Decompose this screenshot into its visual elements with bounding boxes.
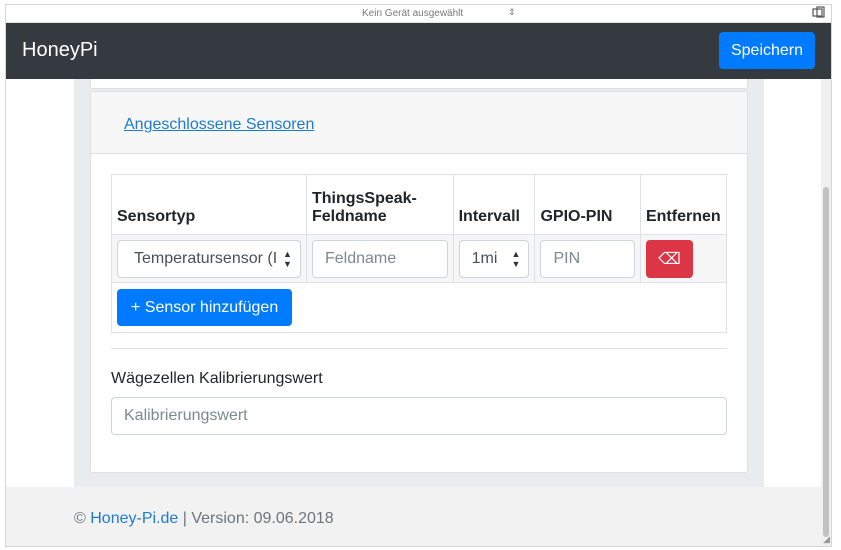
backspace-icon: ⌫ (658, 250, 681, 268)
settings-container: Angeschlossene Sensoren Sensortyp Things… (74, 79, 764, 489)
sensor-type-value: Temperatursensor (I (134, 249, 278, 267)
calibration-label: Wägezellen Kalibrierungswert (111, 370, 323, 387)
resize-handle-icon[interactable]: ◢ (823, 534, 830, 545)
fieldname-input[interactable]: Feldname (311, 239, 448, 278)
previous-card (90, 79, 748, 89)
sensor-type-select[interactable]: Temperatursensor (I ▲ ▼ (117, 239, 301, 278)
device-select[interactable]: Kein Gerät ausgewählt (362, 8, 463, 19)
rotate-icon[interactable] (811, 6, 827, 21)
table-row: Temperatursensor (I ▲ ▼ Feldname 1mi ▲ ▼… (111, 234, 728, 283)
copyright-symbol: © (74, 510, 86, 527)
calibration-input[interactable]: Kalibrierungswert (111, 397, 727, 435)
scrollbar-thumb[interactable] (823, 187, 829, 537)
gpio-pin-input[interactable]: PIN (540, 239, 635, 278)
save-button[interactable]: Speichern (719, 32, 815, 69)
connected-sensors-link[interactable]: Angeschlossene Sensoren (124, 116, 314, 134)
col-gpio-pin: GPIO-PIN (534, 174, 641, 235)
interval-select[interactable]: 1mi ▲ ▼ (458, 239, 530, 278)
navbar: HoneyPi Speichern (6, 23, 831, 79)
add-sensor-cell: + Sensor hinzufügen (111, 282, 727, 333)
table-header-row: Sensortyp ThingsSpeak-Feldname Intervall… (111, 174, 728, 235)
brand-title[interactable]: HoneyPi (22, 39, 98, 62)
col-interval: Intervall (452, 174, 536, 235)
gpio-pin-cell: PIN (534, 234, 641, 283)
add-sensor-row: + Sensor hinzufügen (111, 282, 727, 333)
col-remove: Entfernen (639, 174, 728, 235)
remove-cell: ⌫ (639, 234, 728, 283)
sensor-type-cell: Temperatursensor (I ▲ ▼ (111, 234, 307, 283)
honeypi-link[interactable]: Honey-Pi.de (90, 510, 178, 527)
interval-cell: 1mi ▲ ▼ (452, 234, 536, 283)
device-toolbar: Kein Gerät ausgewählt ⇕ (6, 5, 831, 23)
remove-sensor-button[interactable]: ⌫ (645, 239, 693, 278)
browser-frame: Kein Gerät ausgewählt ⇕ HoneyPi Speicher… (5, 4, 832, 547)
select-arrow-icon: ▲ ▼ (511, 248, 521, 269)
divider (111, 348, 727, 349)
fieldname-cell: Feldname (305, 234, 454, 283)
footer-text: © Honey-Pi.de | Version: 09.06.2018 (74, 510, 334, 528)
sensors-table: Sensortyp ThingsSpeak-Feldname Intervall… (111, 174, 728, 333)
col-sensortyp: Sensortyp (111, 174, 307, 235)
version-text: | Version: 09.06.2018 (182, 510, 334, 527)
col-fieldname: ThingsSpeak-Feldname (305, 174, 454, 235)
vertical-scrollbar[interactable] (821, 79, 831, 546)
select-arrow-icon: ▲ ▼ (283, 248, 292, 269)
device-select-arrow-icon[interactable]: ⇕ (508, 7, 516, 18)
sensors-card: Angeschlossene Sensoren Sensortyp Things… (90, 91, 748, 473)
main-content: Angeschlossene Sensoren Sensortyp Things… (6, 79, 831, 489)
interval-value: 1mi (471, 249, 498, 267)
add-sensor-button[interactable]: + Sensor hinzufügen (117, 289, 293, 326)
footer: © Honey-Pi.de | Version: 09.06.2018 (6, 487, 831, 546)
sensors-card-header: Angeschlossene Sensoren (91, 92, 747, 154)
